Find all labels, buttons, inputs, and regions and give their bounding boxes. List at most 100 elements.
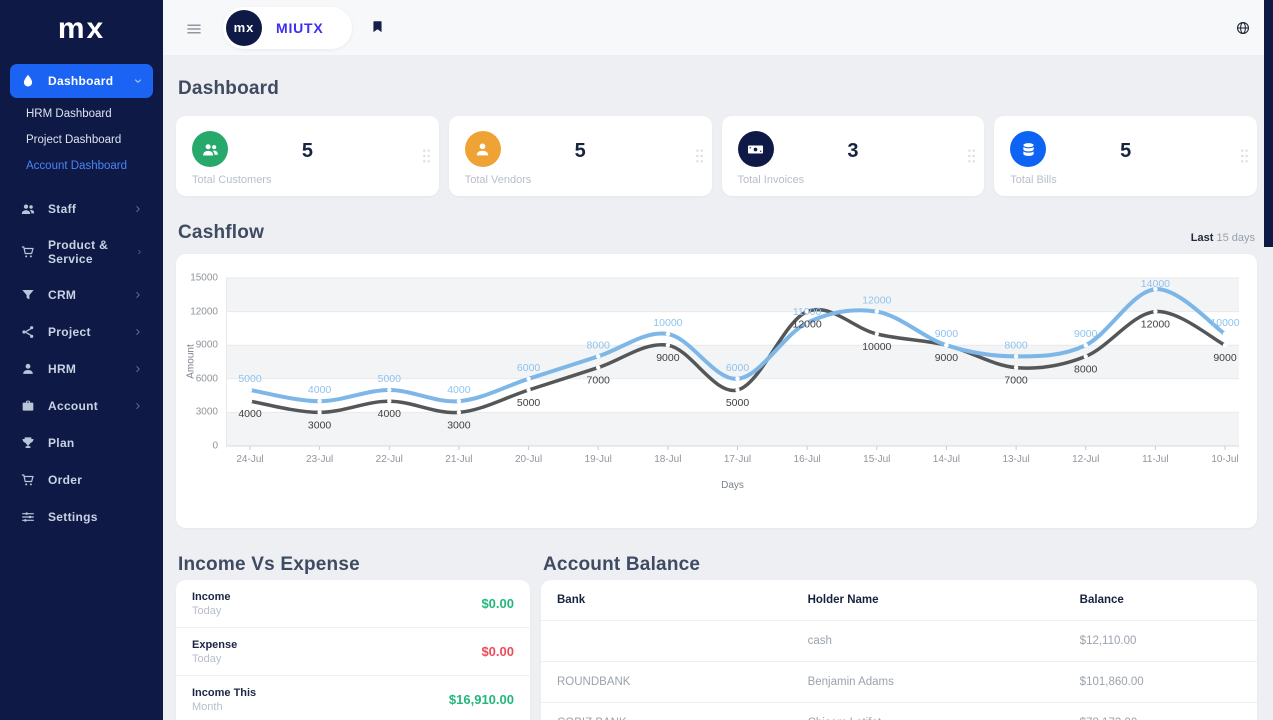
stat-value: 3: [847, 140, 859, 162]
column-header-bank: Bank: [541, 580, 792, 621]
cashflow-plot: 5000 4000 5000 4000 6000 8000 10000 6000 11000 12…: [190, 273, 1240, 452]
share-icon: [20, 324, 36, 340]
row-sublabel: Today: [192, 652, 222, 665]
svg-text:5000: 5000: [238, 373, 262, 385]
sidebar-item-label: CRM: [48, 288, 77, 302]
stat-value: 5: [301, 140, 313, 162]
cashflow-range: Last 15 days: [1190, 232, 1255, 244]
sidebar-item-staff[interactable]: Staff: [10, 192, 153, 226]
chevron-right-icon: [133, 204, 143, 214]
sidebar-item-label: HRM: [48, 362, 77, 376]
sidebar-item-crm[interactable]: CRM: [10, 278, 153, 312]
sidebar-item-hrm[interactable]: HRM: [10, 352, 153, 386]
hamburger-menu-icon[interactable]: [185, 20, 203, 36]
sidebar-subitem-account-dashboard[interactable]: Account Dashboard: [10, 153, 153, 179]
row-amount: $16,910.00: [448, 692, 514, 707]
bank-cell: [541, 620, 792, 662]
sidebar-item-product-service[interactable]: Product & Service: [10, 229, 153, 275]
sidebar-logo: mx: [57, 12, 106, 45]
svg-text:8000: 8000: [1074, 363, 1098, 375]
account-balance-table: Bank Holder Name Balance cash $12,110.00 ROU…: [541, 580, 1257, 720]
globe-icon[interactable]: [1235, 20, 1251, 36]
account-balance-title: Account Balance: [543, 554, 701, 575]
stat-value: 5: [574, 140, 586, 162]
sidebar-item-label: Order: [48, 473, 83, 487]
cart-icon: [20, 244, 36, 260]
sidebar-item-plan[interactable]: Plan: [10, 426, 153, 460]
svg-text:11000: 11000: [793, 306, 822, 318]
page-scrollbar-thumb[interactable]: [1264, 0, 1273, 247]
svg-text:7000: 7000: [587, 375, 611, 387]
chevron-right-icon: [133, 327, 143, 337]
cashflow-lines: 5000400050004000600080001000060001100012…: [226, 277, 1240, 450]
income-expense-row-income-this-month: Income This Month $16,910.00: [176, 676, 530, 720]
trophy-icon: [20, 435, 36, 451]
svg-text:14000: 14000: [1141, 278, 1170, 290]
balance-cell: $12,110.00: [1063, 620, 1257, 662]
sidebar-item-order[interactable]: Order: [10, 463, 153, 497]
drag-grip-icon[interactable]: [966, 148, 977, 164]
bookmark-icon[interactable]: [370, 19, 385, 37]
income-expense-card: Income Today $0.00 Expense Today $0.00 Income …: [176, 580, 530, 720]
svg-text:8000: 8000: [1004, 339, 1028, 351]
stats-row: 5 Total Customers 5 Total Vendors 3 Total Inv…: [176, 116, 1257, 196]
svg-text:4000: 4000: [238, 408, 262, 420]
x-tick-label: 18-Jul: [654, 454, 682, 465]
row-label: Income: [192, 590, 231, 603]
x-tick-label: 14-Jul: [932, 454, 961, 465]
svg-text:4000: 4000: [378, 408, 402, 420]
holder-name-cell: Benjamin Adams: [791, 661, 1064, 703]
svg-text:10000: 10000: [653, 317, 682, 329]
stat-card-total-vendors: 5 Total Vendors: [448, 116, 712, 196]
sidebar-item-label: Settings: [48, 510, 98, 524]
table-row: cash $12,110.00: [541, 620, 1257, 662]
funnel-icon: [20, 287, 36, 303]
x-axis-title: Days: [721, 480, 744, 491]
cart-icon: [20, 472, 36, 488]
svg-text:7000: 7000: [1004, 375, 1028, 387]
cashflow-title: Cashflow: [178, 222, 265, 243]
svg-text:5000: 5000: [726, 397, 750, 409]
table-row: COBIZ BANKChisom Latifat$78,173.00: [541, 702, 1257, 720]
drop-icon: [20, 73, 36, 89]
chevron-right-icon: [133, 364, 143, 374]
page-title: Dashboard: [178, 78, 280, 99]
brand-name: MIUTX: [276, 19, 324, 36]
balance-cell: $101,860.00: [1063, 661, 1257, 703]
svg-text:9000: 9000: [1213, 352, 1237, 364]
x-tick-label: 11-Jul: [1142, 454, 1169, 465]
brand-pill[interactable]: mx MIUTX: [223, 6, 352, 49]
y-tick-label: 6000: [195, 373, 218, 385]
row-amount: $0.00: [481, 596, 514, 611]
y-tick-label: 15000: [190, 272, 218, 284]
drag-grip-icon[interactable]: [421, 148, 432, 164]
x-tick-label: 24-Jul: [236, 454, 264, 465]
income-expense-row-income-today: Income Today $0.00: [176, 580, 530, 628]
svg-text:9000: 9000: [1074, 328, 1098, 340]
row-label: Income This: [192, 686, 257, 699]
sidebar-item-label: Account: [48, 399, 99, 413]
holder-name-cell: cash: [791, 620, 1064, 662]
sidebar-item-settings[interactable]: Settings: [10, 500, 153, 534]
svg-text:9000: 9000: [935, 352, 959, 364]
stat-card-total-customers: 5 Total Customers: [176, 116, 439, 196]
sidebar-item-label: Project: [48, 325, 91, 339]
chevron-down-icon: [133, 76, 143, 86]
y-tick-label: 3000: [195, 406, 218, 418]
sidebar-item-account[interactable]: Account: [10, 389, 153, 423]
drag-grip-icon[interactable]: [694, 148, 705, 164]
y-tick-label: 0: [212, 440, 218, 452]
income-expense-title: Income Vs Expense: [178, 554, 360, 575]
drag-grip-icon[interactable]: [1239, 148, 1250, 164]
x-tick-label: 10-Jul: [1211, 454, 1239, 465]
sidebar-subitem-hrm-dashboard[interactable]: HRM Dashboard: [10, 101, 153, 127]
x-tick-label: 21-Jul: [445, 454, 473, 465]
svg-text:12000: 12000: [1141, 319, 1170, 331]
sidebar-item-label: Staff: [48, 202, 77, 216]
svg-text:4000: 4000: [447, 384, 471, 396]
sidebar-item-project[interactable]: Project: [10, 315, 153, 349]
column-header-holder-name: Holder Name: [791, 580, 1064, 621]
column-header-balance: Balance: [1063, 580, 1257, 621]
sidebar-item-dashboard[interactable]: Dashboard: [10, 64, 153, 98]
sidebar-subitem-project-dashboard[interactable]: Project Dashboard: [10, 127, 153, 153]
